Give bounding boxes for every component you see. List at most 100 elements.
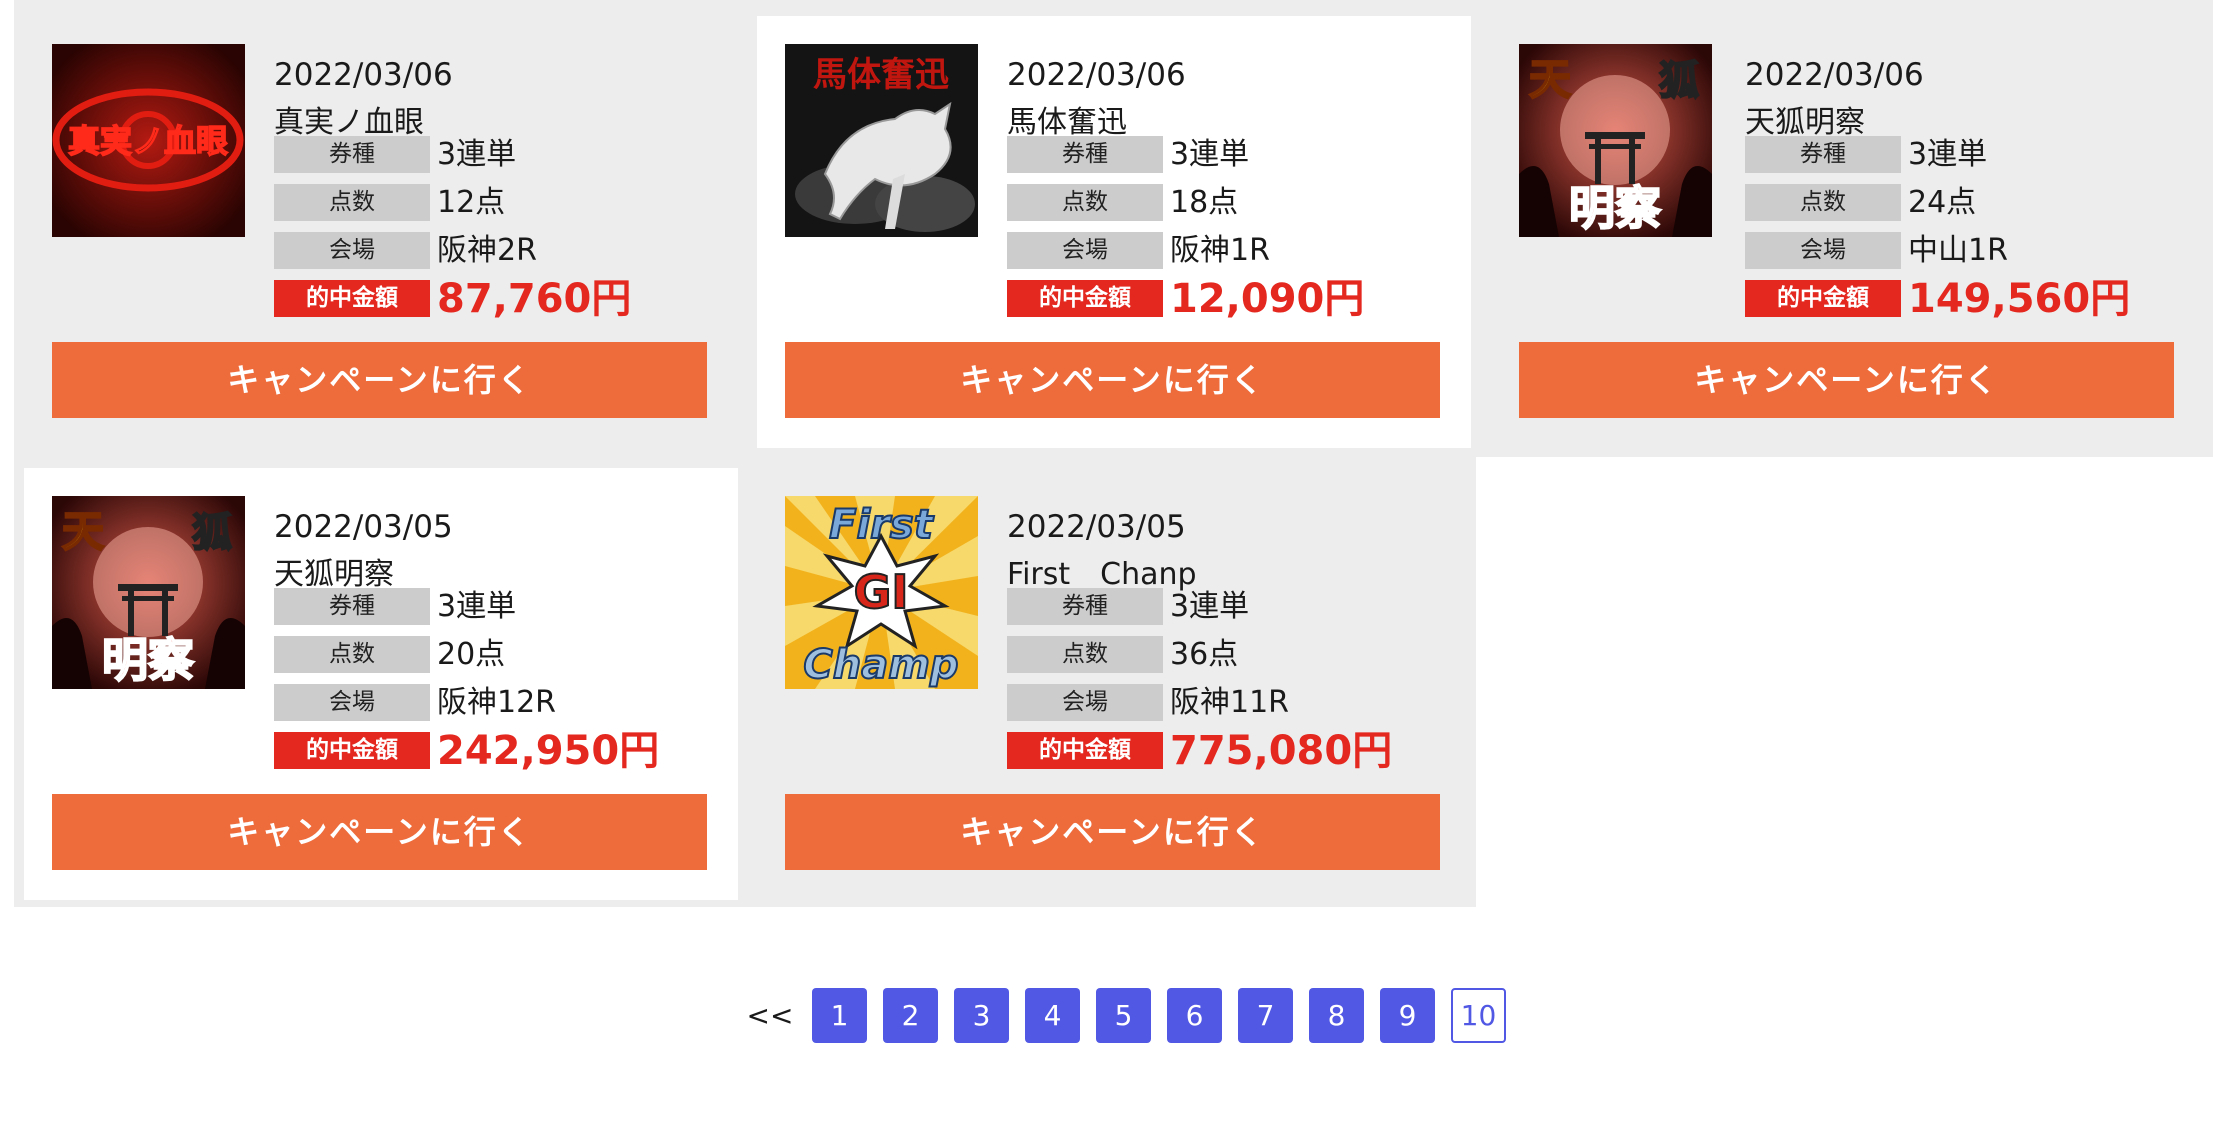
win-amount: 149,560円 — [1908, 276, 2131, 322]
svg-text:明察: 明察 — [1569, 181, 1661, 235]
spec-row-type: 券種 3連単 — [1007, 588, 1507, 626]
card-date: 2022/03/06 — [274, 57, 453, 93]
win-label: 的中金額 — [1745, 280, 1901, 317]
first-champ-logo-icon: First GI Champ — [785, 496, 978, 689]
spec-value: 中山1R — [1908, 233, 2008, 268]
spec-row-win: 的中金額 775,080円 — [1007, 728, 1507, 774]
spec-label: 点数 — [1007, 184, 1163, 221]
win-amount: 12,090円 — [1170, 276, 1365, 322]
svg-text:First: First — [829, 502, 935, 548]
page-link-8[interactable]: 8 — [1309, 988, 1364, 1043]
spec-row-count: 点数 18点 — [1007, 184, 1507, 222]
spec-label: 点数 — [274, 636, 430, 673]
thumbnail-image: 天 狐 明察 — [1519, 44, 1712, 237]
spec-row-type: 券種 3連単 — [1007, 136, 1507, 174]
spec-row-type: 券種 3連単 — [274, 136, 774, 174]
win-label: 的中金額 — [1007, 732, 1163, 769]
thumbnail-image: First GI Champ — [785, 496, 978, 689]
spec-row-type: 券種 3連単 — [1745, 136, 2230, 174]
svg-text:Champ: Champ — [803, 642, 958, 688]
campaign-button[interactable]: キャンペーンに行く — [1519, 342, 2174, 418]
page-link-2[interactable]: 2 — [883, 988, 938, 1043]
spec-value: 20点 — [437, 637, 506, 672]
page-link-3[interactable]: 3 — [954, 988, 1009, 1043]
spec-row-count: 点数 20点 — [274, 636, 774, 674]
result-card: 真実ノ血眼 2022/03/06 真実ノ血眼 券種 3連単 点数 12点 会場 … — [14, 16, 731, 446]
win-amount: 87,760円 — [437, 276, 632, 322]
spec-value: 阪神12R — [437, 685, 557, 720]
spec-value: 24点 — [1908, 185, 1977, 220]
fox-torii-logo-icon: 天 狐 明察 — [1519, 44, 1712, 237]
campaign-button[interactable]: キャンペーンに行く — [52, 794, 707, 870]
svg-text:真実ノ血眼: 真実ノ血眼 — [68, 122, 228, 160]
spec-value: 3連単 — [1170, 137, 1250, 172]
spec-label: 会場 — [1007, 684, 1163, 721]
svg-text:GI: GI — [854, 565, 909, 619]
pagination: << 1 2 3 4 5 6 7 8 9 10 — [0, 988, 2230, 1044]
page-link-4[interactable]: 4 — [1025, 988, 1080, 1043]
spec-row-win: 的中金額 87,760円 — [274, 276, 774, 322]
spec-value: 12点 — [437, 185, 506, 220]
spec-label: 会場 — [1745, 232, 1901, 269]
spec-row-count: 点数 24点 — [1745, 184, 2230, 222]
spec-row-venue: 会場 阪神12R — [274, 684, 774, 722]
page-link-7[interactable]: 7 — [1238, 988, 1293, 1043]
fox-torii-logo-icon: 天 狐 明察 — [52, 496, 245, 689]
spec-label: 券種 — [1007, 136, 1163, 173]
thumbnail-image: 馬体奮迅 — [785, 44, 978, 237]
spec-value: 3連単 — [437, 137, 517, 172]
spec-label: 会場 — [274, 684, 430, 721]
thumbnail-image: 天 狐 明察 — [52, 496, 245, 689]
card-date: 2022/03/06 — [1007, 57, 1186, 93]
spec-label: 点数 — [1745, 184, 1901, 221]
spec-row-venue: 会場 阪神2R — [274, 232, 774, 270]
spec-row-count: 点数 36点 — [1007, 636, 1507, 674]
spec-label: 会場 — [1007, 232, 1163, 269]
spec-label: 会場 — [274, 232, 430, 269]
svg-text:馬体奮迅: 馬体奮迅 — [813, 55, 949, 95]
win-label: 的中金額 — [274, 280, 430, 317]
spec-value: 3連単 — [437, 589, 517, 624]
spec-value: 36点 — [1170, 637, 1239, 672]
spec-row-venue: 会場 中山1R — [1745, 232, 2230, 270]
spec-row-venue: 会場 阪神1R — [1007, 232, 1507, 270]
page-link-6[interactable]: 6 — [1167, 988, 1222, 1043]
spec-row-count: 点数 12点 — [274, 184, 774, 222]
page-link-10-current[interactable]: 10 — [1451, 988, 1506, 1043]
spec-value: 3連単 — [1908, 137, 1988, 172]
result-card: 天 狐 明察 2022/03/05 天狐明察 券種 3連単 点数 20点 会場 … — [24, 468, 738, 900]
spec-label: 券種 — [274, 136, 430, 173]
spec-value: 阪神1R — [1170, 233, 1270, 268]
svg-text:天: 天 — [62, 507, 104, 556]
red-eye-logo-icon: 真実ノ血眼 — [52, 44, 245, 237]
campaign-button[interactable]: キャンペーンに行く — [785, 794, 1440, 870]
spec-label: 点数 — [274, 184, 430, 221]
page-link-9[interactable]: 9 — [1380, 988, 1435, 1043]
white-horse-logo-icon: 馬体奮迅 — [785, 44, 978, 237]
thumbnail-image: 真実ノ血眼 — [52, 44, 245, 237]
spec-value: 3連単 — [1170, 589, 1250, 624]
result-card: 馬体奮迅 2022/03/06 馬体奮迅 券種 3連単 点数 18点 会場 阪神… — [757, 16, 1471, 448]
result-card: First GI Champ 2022/03/05 First Chanp 券種… — [757, 468, 1474, 898]
pagination-prev-link[interactable]: << — [745, 988, 795, 1043]
card-date: 2022/03/05 — [274, 509, 453, 545]
spec-row-type: 券種 3連単 — [274, 588, 774, 626]
svg-text:狐: 狐 — [1659, 57, 1699, 104]
spec-row-venue: 会場 阪神11R — [1007, 684, 1507, 722]
campaign-button[interactable]: キャンペーンに行く — [785, 342, 1440, 418]
spec-row-win: 的中金額 149,560円 — [1745, 276, 2230, 322]
win-amount: 775,080円 — [1170, 728, 1393, 774]
spec-row-win: 的中金額 242,950円 — [274, 728, 774, 774]
page-link-1[interactable]: 1 — [812, 988, 867, 1043]
card-date: 2022/03/05 — [1007, 509, 1186, 545]
spec-label: 券種 — [274, 588, 430, 625]
page-link-5[interactable]: 5 — [1096, 988, 1151, 1043]
spec-value: 阪神11R — [1170, 685, 1290, 720]
win-amount: 242,950円 — [437, 728, 660, 774]
svg-text:明察: 明察 — [102, 633, 194, 687]
spec-label: 点数 — [1007, 636, 1163, 673]
spec-value: 阪神2R — [437, 233, 537, 268]
svg-text:狐: 狐 — [192, 509, 232, 556]
campaign-button[interactable]: キャンペーンに行く — [52, 342, 707, 418]
result-card: 天 狐 明察 2022/03/06 天狐明察 券種 3連単 点数 24点 会場 … — [1496, 16, 2213, 446]
